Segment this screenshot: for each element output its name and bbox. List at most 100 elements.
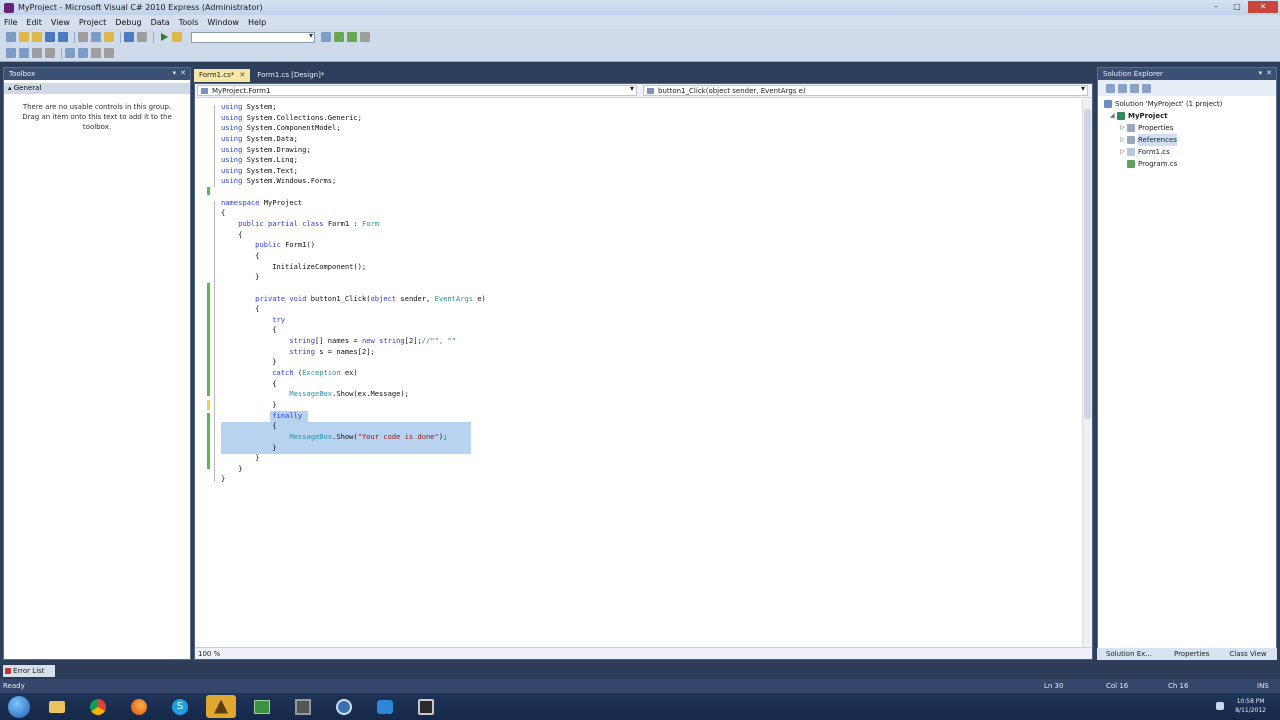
toolbox-group-general[interactable]: ▴ General (4, 83, 190, 94)
parameter-info-icon[interactable] (19, 48, 29, 58)
code-line[interactable]: public Form1() (221, 240, 486, 251)
refresh-icon[interactable] (1130, 83, 1139, 93)
code-line[interactable]: using System.Drawing; (221, 145, 486, 156)
code-line[interactable]: { (221, 208, 486, 219)
code-line[interactable]: catch (Exception ex) (221, 368, 486, 379)
clock[interactable]: 10:58 PM 8/11/2012 (1235, 697, 1266, 715)
tree-item-solution[interactable]: Solution 'MyProject' (1 project) (1104, 98, 1276, 110)
camtasia-icon[interactable] (247, 695, 277, 718)
add-item-icon[interactable] (19, 32, 29, 42)
code-line[interactable]: } (221, 272, 486, 283)
quick-info-icon[interactable] (32, 48, 42, 58)
tree-item-form1[interactable]: ▷ Form1.cs (1104, 146, 1276, 158)
menu-window[interactable]: Window (207, 18, 239, 27)
close-icon[interactable]: ✕ (1266, 69, 1272, 77)
properties-button-icon[interactable] (1106, 83, 1115, 93)
app-icon[interactable] (206, 695, 236, 718)
code-line[interactable]: } (221, 400, 486, 411)
menu-project[interactable]: Project (79, 18, 106, 27)
code-line[interactable]: using System.Collections.Generic; (221, 113, 486, 124)
properties-icon[interactable] (334, 32, 344, 42)
code-line[interactable]: { (221, 325, 486, 336)
menu-view[interactable]: View (51, 18, 70, 27)
save-all-icon[interactable] (58, 32, 68, 42)
code-line[interactable]: { (221, 304, 486, 315)
code-line[interactable]: using System.Data; (221, 134, 486, 145)
code-line[interactable]: using System.Linq; (221, 155, 486, 166)
new-project-icon[interactable] (6, 32, 16, 42)
code-line[interactable]: } (221, 453, 486, 464)
close-button[interactable]: ✕ (1248, 1, 1278, 13)
maximize-button[interactable]: □ (1227, 1, 1247, 13)
chrome-icon[interactable] (83, 695, 113, 718)
explorer-icon[interactable] (42, 695, 72, 718)
open-file-icon[interactable] (32, 32, 42, 42)
code-line[interactable]: finally (221, 411, 486, 422)
find-icon[interactable] (172, 32, 182, 42)
code-line[interactable]: } (221, 474, 486, 485)
code-line[interactable]: using System.Text; (221, 166, 486, 177)
tab-form1-design[interactable]: Form1.cs [Design]* (252, 69, 329, 82)
minimize-button[interactable]: – (1206, 1, 1226, 13)
toolbox-icon[interactable] (347, 32, 357, 42)
uncomment-icon[interactable] (104, 48, 114, 58)
expand-icon[interactable]: ▷ (1120, 134, 1127, 146)
collapse-icon[interactable]: ◢ (1110, 110, 1117, 122)
code-editor[interactable]: MyProject.Form1 button1_Click(object sen… (194, 83, 1093, 660)
tab-properties[interactable]: Properties (1171, 650, 1212, 658)
code-line[interactable]: MessageBox.Show("Your code is done"); (221, 432, 486, 443)
media-icon[interactable] (329, 695, 359, 718)
code-line[interactable]: { (221, 251, 486, 262)
code-line[interactable]: string[] names = new string[2];//"", "" (221, 336, 486, 347)
code-line[interactable]: using System.ComponentModel; (221, 123, 486, 134)
pin-icon[interactable]: ▾ (173, 69, 177, 77)
code-line[interactable]: } (221, 443, 486, 454)
zoom-level[interactable]: 100 % (198, 650, 220, 658)
tree-item-properties[interactable]: ▷ Properties (1104, 122, 1276, 134)
skype-icon[interactable]: S (165, 695, 195, 718)
outdent-icon[interactable] (65, 48, 75, 58)
object-members-icon[interactable] (6, 48, 16, 58)
expand-icon[interactable]: ▷ (1120, 122, 1127, 134)
tab-form1-code[interactable]: Form1.cs* ✕ (194, 69, 251, 82)
code-line[interactable]: namespace MyProject (221, 198, 486, 209)
paste-icon[interactable] (104, 32, 114, 42)
undo-icon[interactable] (124, 32, 134, 42)
tree-item-project[interactable]: ◢ MyProject (1104, 110, 1276, 122)
code-line[interactable] (221, 283, 486, 294)
view-code-icon[interactable] (1142, 83, 1151, 93)
close-tab-icon[interactable]: ✕ (239, 71, 245, 79)
code-lines[interactable]: using System; using System.Collections.Ge… (221, 102, 486, 485)
show-all-files-icon[interactable] (1118, 83, 1127, 93)
code-line[interactable]: } (221, 464, 486, 475)
menu-help[interactable]: Help (248, 18, 266, 27)
pin-icon[interactable]: ▾ (1259, 69, 1263, 77)
indent-icon[interactable] (78, 48, 88, 58)
expand-icon[interactable]: ▷ (1120, 146, 1127, 158)
code-area[interactable]: using System; using System.Collections.Ge… (195, 99, 1082, 647)
menu-data[interactable]: Data (151, 18, 170, 27)
redo-icon[interactable] (137, 32, 147, 42)
find-combo[interactable] (191, 31, 315, 43)
scrollbar-thumb[interactable] (1084, 109, 1091, 419)
type-dropdown[interactable]: MyProject.Form1 (197, 84, 637, 96)
firefox-icon[interactable] (124, 695, 154, 718)
error-list-tab[interactable]: Error List (3, 665, 55, 677)
code-line[interactable]: string s = names[2]; (221, 347, 486, 358)
tree-item-references[interactable]: ▷ References (1104, 134, 1276, 146)
code-line[interactable]: using System; (221, 102, 486, 113)
code-line[interactable]: MessageBox.Show(ex.Message); (221, 389, 486, 400)
code-line[interactable]: InitializeComponent(); (221, 262, 486, 273)
comment-icon[interactable] (91, 48, 101, 58)
tray-icon[interactable] (1216, 702, 1224, 710)
code-line[interactable] (221, 187, 486, 198)
solution-explorer-icon[interactable] (321, 32, 331, 42)
recorder-icon[interactable] (288, 695, 318, 718)
tab-class-view[interactable]: Class View (1226, 650, 1269, 658)
menu-debug[interactable]: Debug (115, 18, 141, 27)
code-line[interactable]: using System.Windows.Forms; (221, 176, 486, 187)
cut-icon[interactable] (78, 32, 88, 42)
copy-icon[interactable] (91, 32, 101, 42)
close-icon[interactable]: ✕ (180, 69, 186, 77)
menu-tools[interactable]: Tools (179, 18, 199, 27)
